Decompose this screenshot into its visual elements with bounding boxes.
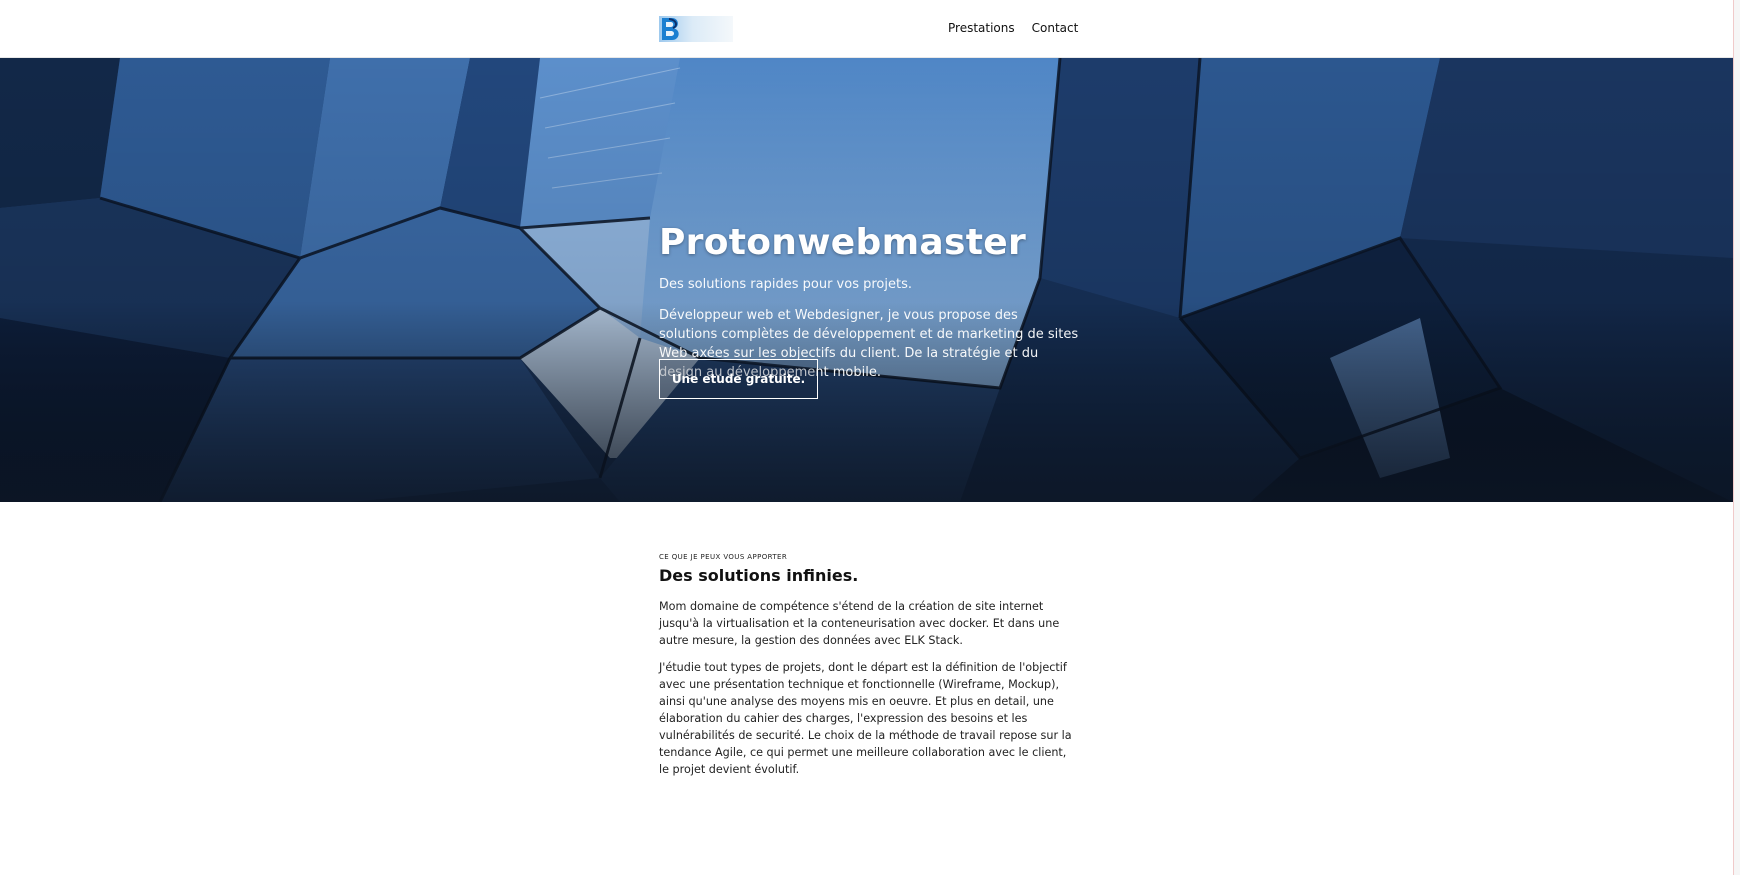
nav-link-prestations[interactable]: Prestations <box>948 21 1015 35</box>
nav-link-contact[interactable]: Contact <box>1032 21 1079 35</box>
b-letter-logo-icon <box>662 18 679 40</box>
section-title: Des solutions infinies. <box>659 566 859 585</box>
section-paragraph: Mom domaine de compétence s'étend de la … <box>659 600 1060 647</box>
top-navbar: Prestations Contact <box>0 0 1733 58</box>
hero-title: Protonwebmaster <box>659 222 1026 263</box>
section-eyebrow: CE QUE JE PEUX VOUS APPORTER <box>659 553 788 561</box>
hero-section: Protonwebmaster Des solutions rapides po… <box>0 58 1733 502</box>
free-study-button[interactable]: Une etude gratuite. <box>659 359 818 399</box>
section-paragraph: J'étudie tout types de projets, dont le … <box>659 661 1072 776</box>
hero-subtitle: Des solutions rapides pour vos projets. <box>659 277 912 292</box>
hero-content: Protonwebmaster Des solutions rapides po… <box>659 222 1079 382</box>
services-section: CE QUE JE PEUX VOUS APPORTER Des solutio… <box>659 553 1074 778</box>
page-scrollbar[interactable] <box>1733 0 1740 875</box>
site-logo[interactable] <box>659 16 733 42</box>
main-nav: Prestations Contact <box>948 21 1078 35</box>
